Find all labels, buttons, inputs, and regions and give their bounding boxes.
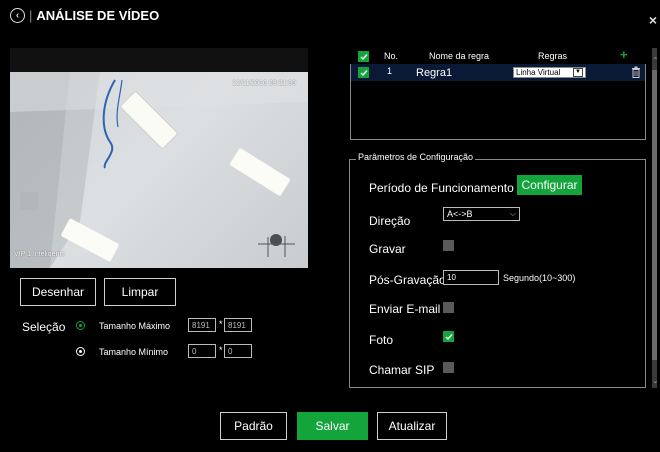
photo-checkbox[interactable] [443,331,454,342]
max-width-input[interactable]: 8191 [188,318,216,332]
email-label: Enviar E-mail [369,302,441,316]
max-size-radio[interactable] [76,321,85,330]
table-row[interactable]: 1 Regra1 Linha Virtual ▼ [351,64,645,81]
col-rules-header: Regras [538,51,568,61]
direction-value: A<->B [447,209,473,219]
config-legend: Parâmetros de Configuração [356,152,476,162]
scroll-down-icon[interactable]: ⌄ [652,376,659,385]
post-record-unit: Segundo(10~300) [503,273,576,283]
video-timestamp: 22/11/2016 09:21:09 [232,80,296,87]
sip-label: Chamar SIP [369,363,435,377]
chevron-down-icon: ⌵ [509,209,516,218]
check-icon [445,333,453,340]
scroll-up-icon[interactable]: ⌃ [652,56,659,65]
check-icon [360,69,368,76]
add-icon[interactable]: + [620,47,628,62]
rule-type-value: Linha Virtual [516,68,561,77]
video-preview[interactable]: 22/11/2016 09:21:09 VIP 1 Inteligente [10,48,308,268]
col-no-header: No. [384,51,399,61]
min-size-label: Tamanho Mínimo [99,347,169,357]
draw-button[interactable]: Desenhar [20,278,96,306]
page-title: ANÁLISE DE VÍDEO [36,8,160,23]
trash-icon[interactable] [631,66,641,81]
save-button[interactable]: Salvar [297,412,368,440]
max-separator: * [219,319,223,329]
post-record-label: Pós-Gravação [369,273,446,287]
select-all-checkbox[interactable] [358,51,369,62]
min-width-input[interactable]: 0 [188,344,216,358]
chevron-down-icon: ▼ [573,68,583,77]
check-icon [360,53,368,60]
rule-type-select[interactable]: Linha Virtual ▼ [513,67,586,78]
back-icon[interactable]: ‹ [10,8,25,23]
row-checkbox[interactable] [358,67,369,78]
min-size-radio[interactable] [76,347,85,356]
min-separator: * [219,345,223,355]
clear-button[interactable]: Limpar [104,278,176,306]
refresh-button[interactable]: Atualizar [377,412,447,440]
photo-label: Foto [369,333,394,347]
configure-button[interactable]: Configurar [517,175,582,195]
email-checkbox[interactable] [443,302,454,313]
period-label: Período de Funcionamento [369,181,514,195]
col-name-header: Nome da regra [429,51,490,61]
close-icon[interactable]: × [649,12,657,28]
page-header: ‹ | ANÁLISE DE VÍDEO [10,8,159,23]
post-record-input[interactable]: 10 [443,270,499,285]
video-caption: VIP 1 Inteligente [14,251,66,258]
record-label: Gravar [369,242,406,256]
rules-table-header: No. Nome da regra Regras + [350,47,646,64]
sip-checkbox[interactable] [443,362,454,373]
record-checkbox[interactable] [443,240,454,251]
min-height-input[interactable]: 0 [224,344,252,358]
default-button[interactable]: Padrão [220,412,287,440]
title-separator: | [29,8,33,23]
camera-image: 22/11/2016 09:21:09 VIP 1 Inteligente [10,72,308,268]
row-no: 1 [387,66,393,76]
direction-label: Direção [369,214,411,228]
scrollbar-thumb[interactable] [652,70,657,360]
selection-label: Seleção [22,320,66,334]
max-height-input[interactable]: 8191 [224,318,252,332]
max-size-label: Tamanho Máximo [99,321,171,331]
row-name: Regra1 [416,67,453,79]
direction-select[interactable]: A<->B ⌵ [443,207,520,221]
